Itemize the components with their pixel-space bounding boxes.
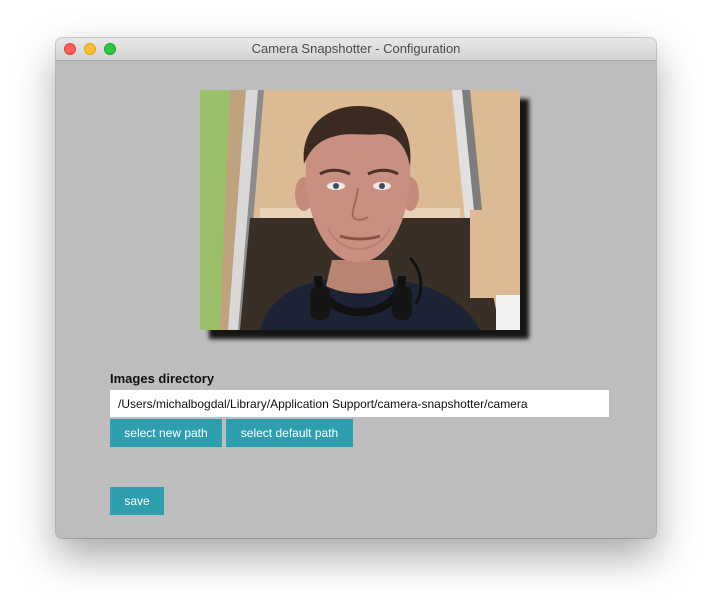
images-directory-label: Images directory xyxy=(110,371,215,386)
select-default-path-button[interactable]: select default path xyxy=(226,419,353,447)
window-title: Camera Snapshotter - Configuration xyxy=(251,41,461,56)
app-window: Camera Snapshotter - Configuration Image… xyxy=(56,38,656,538)
title-bar[interactable]: Camera Snapshotter - Configuration xyxy=(56,38,656,61)
select-new-path-button[interactable]: select new path xyxy=(110,419,222,447)
camera-preview-image xyxy=(200,90,520,330)
images-directory-field[interactable] xyxy=(110,390,609,417)
save-button[interactable]: save xyxy=(110,487,164,515)
camera-preview xyxy=(200,90,520,330)
